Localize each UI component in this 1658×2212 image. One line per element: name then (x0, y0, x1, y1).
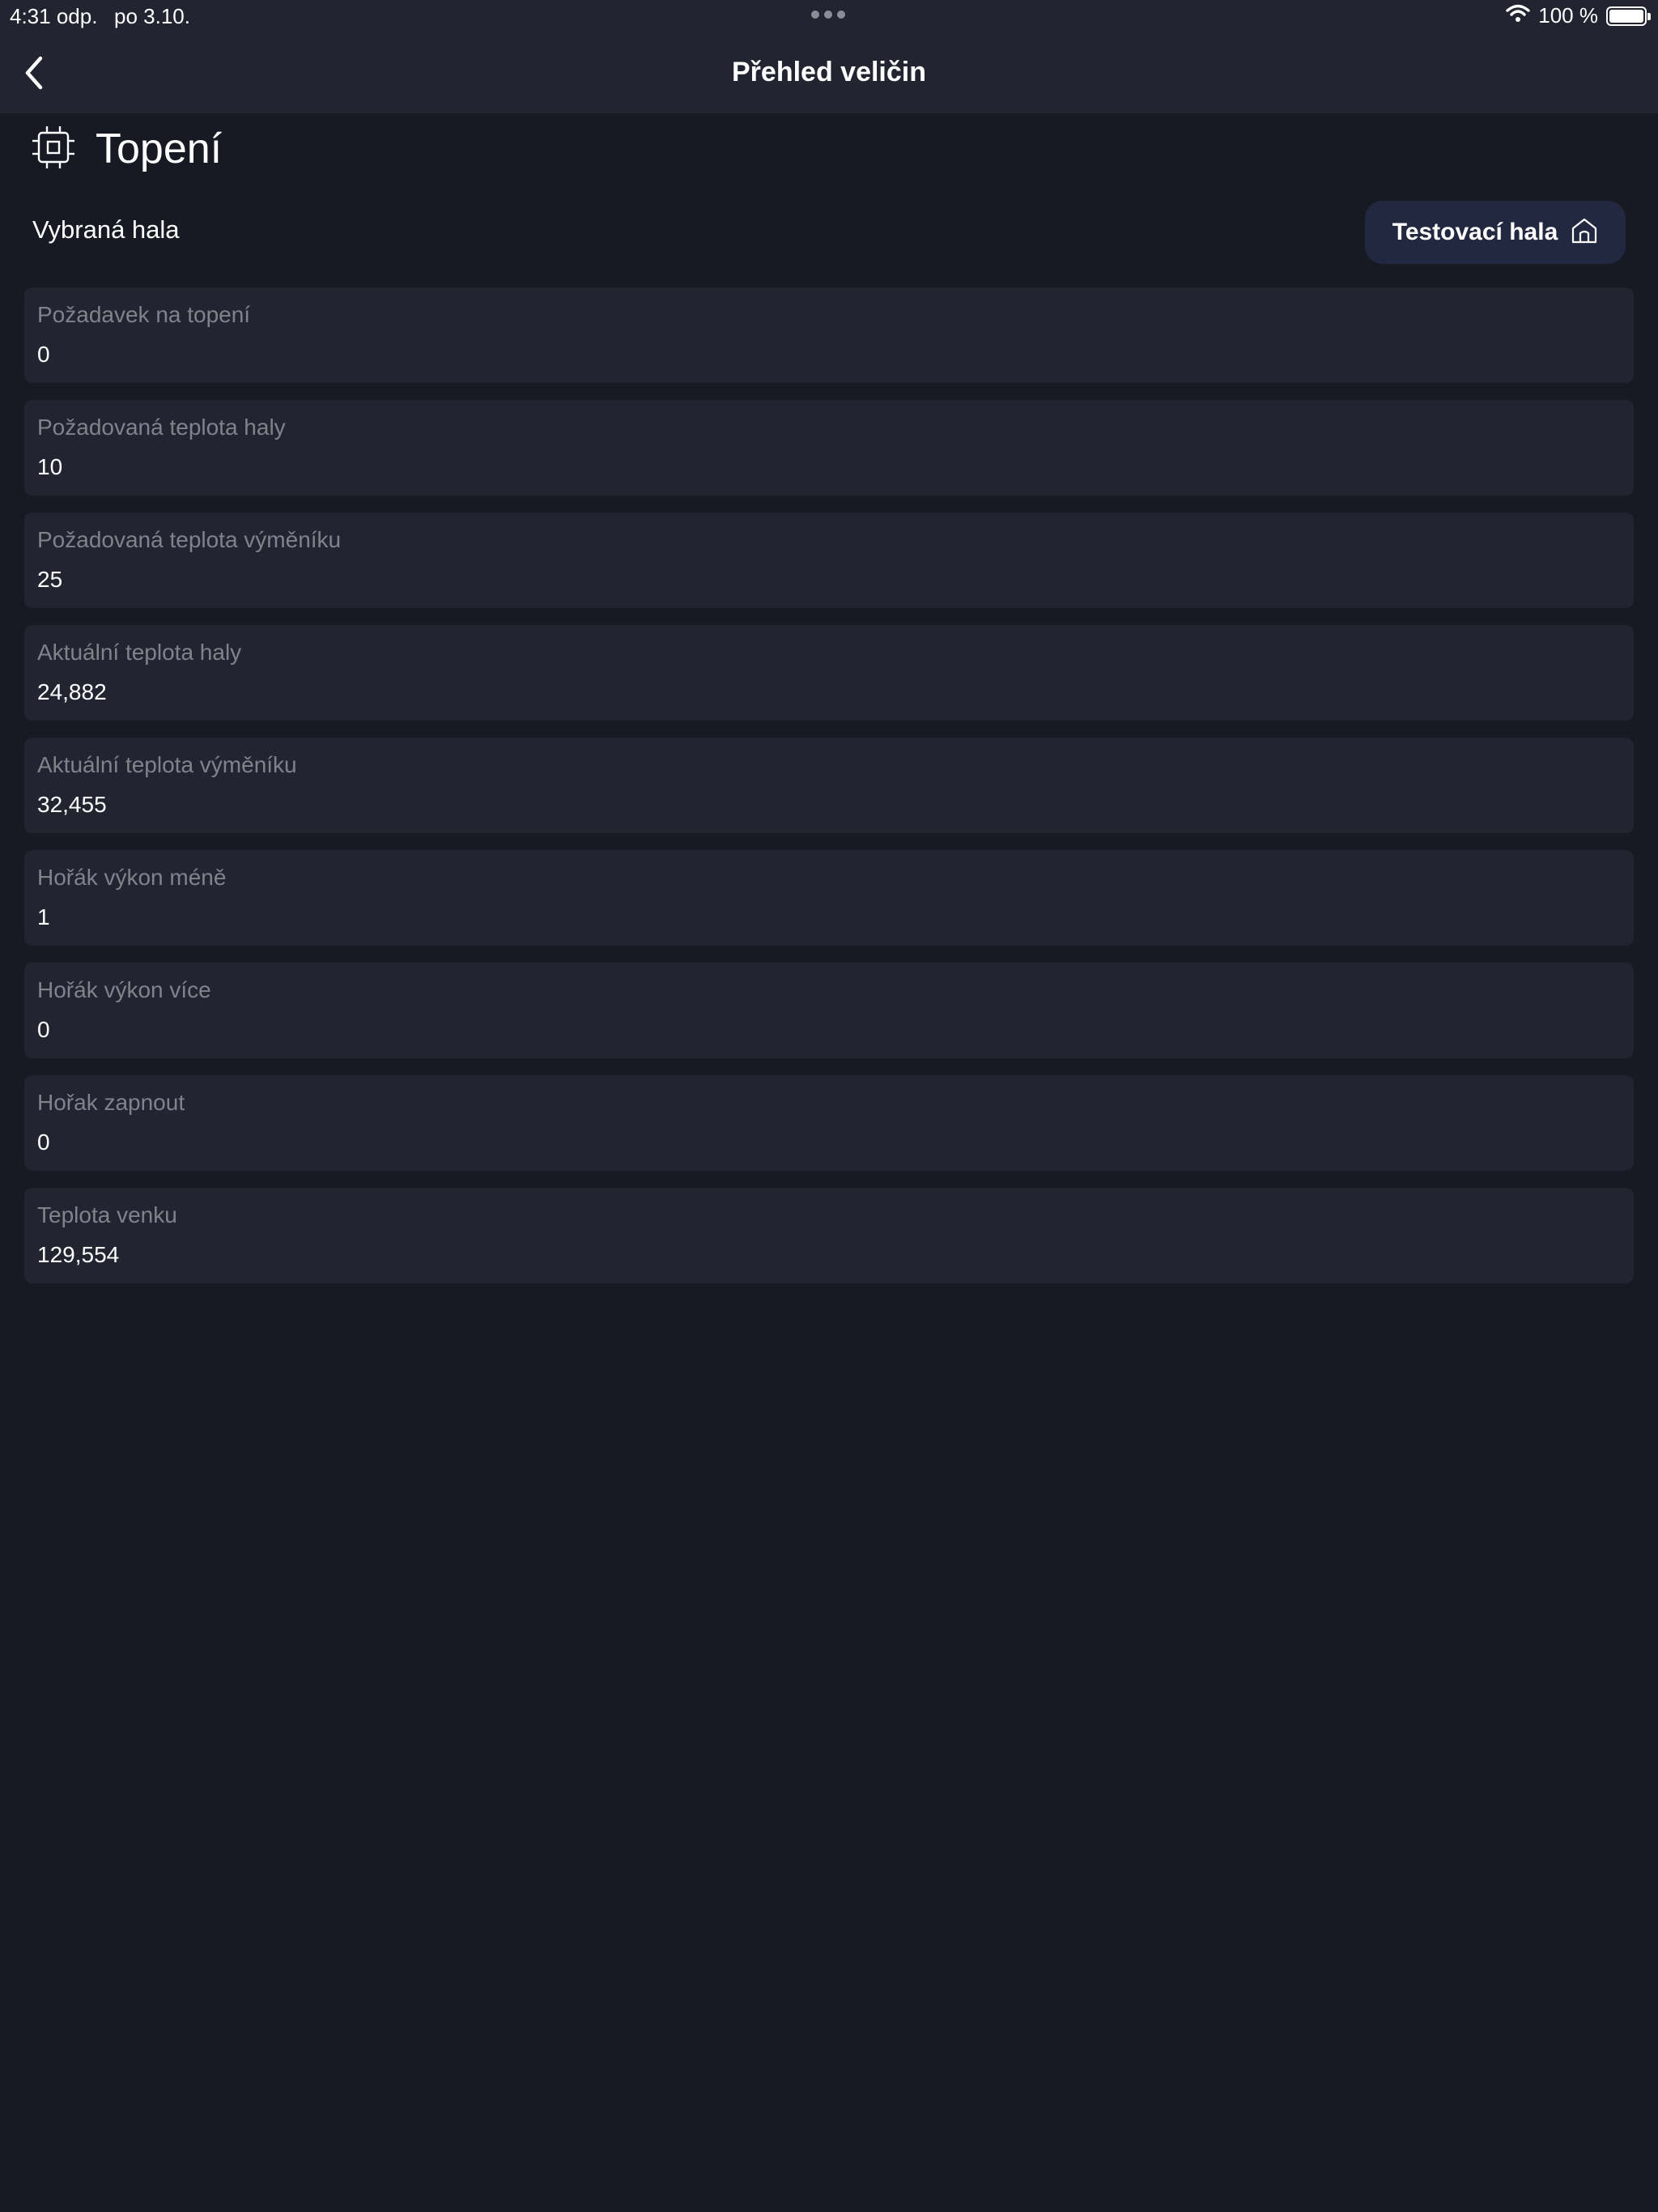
value-card: Aktuální teplota výměníku 32,455 (24, 738, 1634, 833)
value-card: Hořák výkon méně 1 (24, 850, 1634, 946)
value-card-label: Aktuální teplota výměníku (37, 752, 297, 777)
value-card-value: 24,882 (37, 679, 107, 704)
status-time: 4:31 odp. (10, 4, 98, 28)
status-bar: 4:31 odp. po 3.10. 100 % (0, 0, 1658, 32)
wifi-icon (1506, 3, 1530, 28)
value-card: Požadovaná teplota haly 10 (24, 400, 1634, 496)
value-card-value: 0 (37, 1129, 50, 1155)
value-card-label: Hořák výkon méně (37, 865, 227, 890)
hall-select-label: Testovací hala (1392, 219, 1558, 245)
value-card-value: 0 (37, 342, 50, 367)
value-card-value: 1 (37, 904, 50, 929)
value-card: Teplota venku 129,554 (24, 1188, 1634, 1283)
value-card: Hořak zapnout 0 (24, 1075, 1634, 1171)
nav-bar: Přehled veličin (0, 32, 1658, 113)
status-date: po 3.10. (114, 4, 190, 28)
value-card: Požadavek na topení 0 (24, 287, 1634, 383)
value-card: Hořák výkon více 0 (24, 963, 1634, 1058)
value-card-value: 32,455 (37, 792, 107, 817)
value-card-value: 10 (37, 454, 63, 479)
chip-icon (32, 125, 74, 174)
value-card-label: Požadovaná teplota haly (37, 415, 286, 440)
value-card-value: 0 (37, 1017, 50, 1042)
battery-icon (1606, 6, 1651, 26)
value-card: Požadovaná teplota výměníku 25 (24, 513, 1634, 608)
value-card-label: Požadavek na topení (37, 302, 251, 327)
value-card-label: Aktuální teplota haly (37, 640, 242, 665)
value-card: Aktuální teplota haly 24,882 (24, 625, 1634, 721)
battery-fill (1609, 9, 1643, 23)
value-card-list: Požadavek na topení 0 Požadovaná teplota… (24, 287, 1634, 1300)
value-card-value: 25 (37, 567, 63, 592)
value-card-label: Požadovaná teplota výměníku (37, 527, 342, 552)
section-header: Topení (32, 123, 222, 175)
home-icon (1571, 217, 1598, 249)
section-title: Topení (96, 125, 223, 172)
page-title: Přehled veličin (732, 57, 926, 87)
multitasking-dots-icon[interactable] (811, 11, 845, 19)
hall-label: Vybraná hala (32, 215, 180, 244)
hall-select-button[interactable]: Testovací hala (1365, 201, 1626, 264)
battery-percent: 100 % (1538, 3, 1598, 28)
value-card-label: Hořak zapnout (37, 1090, 185, 1115)
status-right: 100 % (1506, 3, 1651, 28)
value-card-label: Hořák výkon více (37, 977, 211, 1002)
value-card-value: 129,554 (37, 1242, 120, 1267)
value-card-label: Teplota venku (37, 1202, 177, 1227)
